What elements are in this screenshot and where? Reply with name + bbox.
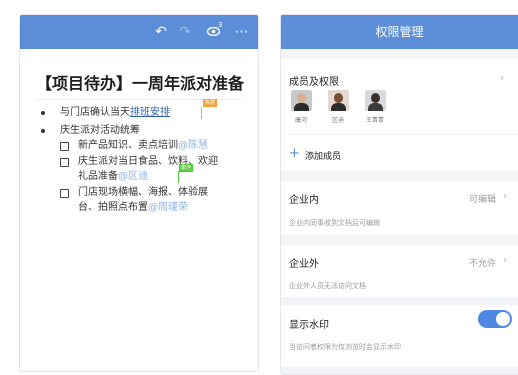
item-text: 与门店确认当天 xyxy=(60,107,130,118)
avatar-name: 王青青 xyxy=(365,117,384,124)
avatar[interactable] xyxy=(365,90,386,111)
internal-permission-value[interactable]: 可编辑 xyxy=(469,192,496,205)
members-label[interactable]: 成员及权限 xyxy=(289,73,339,88)
internal-desc: 企业内同事收到文档后可编辑 xyxy=(289,219,380,227)
avatar-name: 区迪 xyxy=(331,117,344,124)
watermark-desc: 当访问者权限为仅浏览时会显示水印 xyxy=(289,343,401,351)
add-member-button[interactable]: 添加成员 xyxy=(305,149,341,162)
editor-toolbar: ↶ ↷ 3 ⋯ xyxy=(20,15,258,49)
internal-permission-section: 企业内 可编辑 › 企业内同事收到文档后可编辑 xyxy=(281,181,518,235)
collab-cursor-green xyxy=(178,171,179,183)
divider xyxy=(289,134,518,135)
watermark-toggle[interactable] xyxy=(478,310,512,328)
document-editor-screen: ↶ ↷ 3 ⋯ 【项目待办】一周年派对准备 与门店确认当天排班安排 陈慧 庆生派… xyxy=(19,14,259,372)
internal-label[interactable]: 企业内 xyxy=(289,191,319,206)
schedule-link[interactable]: 排班安排 xyxy=(130,107,170,118)
item-text: 礼品准备 xyxy=(78,171,118,182)
watermark-label: 显示水印 xyxy=(289,320,329,331)
watermark-section: 显示水印 当访问者权限为仅浏览时会显示水印 xyxy=(281,305,518,367)
external-permission-value[interactable]: 不允许 xyxy=(469,256,496,269)
checkbox[interactable] xyxy=(60,189,69,198)
checkbox[interactable] xyxy=(60,158,69,167)
chevron-right-icon[interactable]: › xyxy=(500,73,504,84)
viewer-count: 3 xyxy=(218,21,223,29)
external-permission-section: 企业外 不允许 › 企业外人员无法访问文档 xyxy=(281,245,518,297)
chevron-right-icon[interactable]: › xyxy=(503,191,507,202)
mention[interactable]: @周瑾荣 xyxy=(148,202,188,213)
page-title: 【项目待办】一周年派对准备 xyxy=(36,74,245,93)
toggle-knob xyxy=(496,312,510,326)
plus-icon[interactable]: + xyxy=(289,147,300,160)
bullet-dot xyxy=(41,111,45,115)
chevron-right-icon[interactable]: › xyxy=(503,255,507,266)
item-text: 台、拍照点布置 xyxy=(78,202,148,213)
item-text: 新产品知识、卖点培训 xyxy=(78,140,178,151)
external-label[interactable]: 企业外 xyxy=(289,255,319,270)
collab-cursor-orange xyxy=(201,107,202,119)
avatar[interactable] xyxy=(328,90,349,111)
collaborator-tag-green: 康河 xyxy=(179,164,194,172)
todo-item-schedule[interactable]: 与门店确认当天排班安排 xyxy=(60,106,170,120)
mention[interactable]: @区迪 xyxy=(118,171,148,182)
avatar-name: 康河 xyxy=(294,117,307,124)
checkbox[interactable] xyxy=(60,142,69,151)
todo-item-party: 庆生派对活动统筹 xyxy=(60,125,140,136)
more-icon[interactable]: ⋯ xyxy=(233,15,251,49)
check-item-banner-line2: 台、拍照点布置@周瑾荣 xyxy=(78,201,188,215)
avatar[interactable] xyxy=(291,90,312,111)
check-item-banner-line1: 门店现场横幅、海报、体验展 xyxy=(78,187,208,198)
bullet-dot xyxy=(41,129,45,133)
undo-icon[interactable]: ↶ xyxy=(152,15,170,49)
permissions-screen: 权限管理 成员及权限 › 康河 区迪 王青青 + 添加成员 企业内 可编辑 › … xyxy=(280,14,518,375)
redo-icon[interactable]: ↷ xyxy=(176,15,194,49)
check-item-food-line1: 庆生派对当日食品、饮料、欢迎 xyxy=(78,156,218,167)
check-item-training: 新产品知识、卖点培训@陈慧 xyxy=(78,139,208,153)
check-item-food-line2: 礼品准备@区迪 xyxy=(78,170,148,184)
mention[interactable]: @陈慧 xyxy=(178,140,208,151)
collaborator-tag-orange: 陈慧 xyxy=(203,99,218,107)
members-section: 成员及权限 › 康河 区迪 王青青 + 添加成员 xyxy=(281,59,518,171)
header-title: 权限管理 xyxy=(281,15,518,49)
external-desc: 企业外人员无法访问文档 xyxy=(289,282,366,290)
